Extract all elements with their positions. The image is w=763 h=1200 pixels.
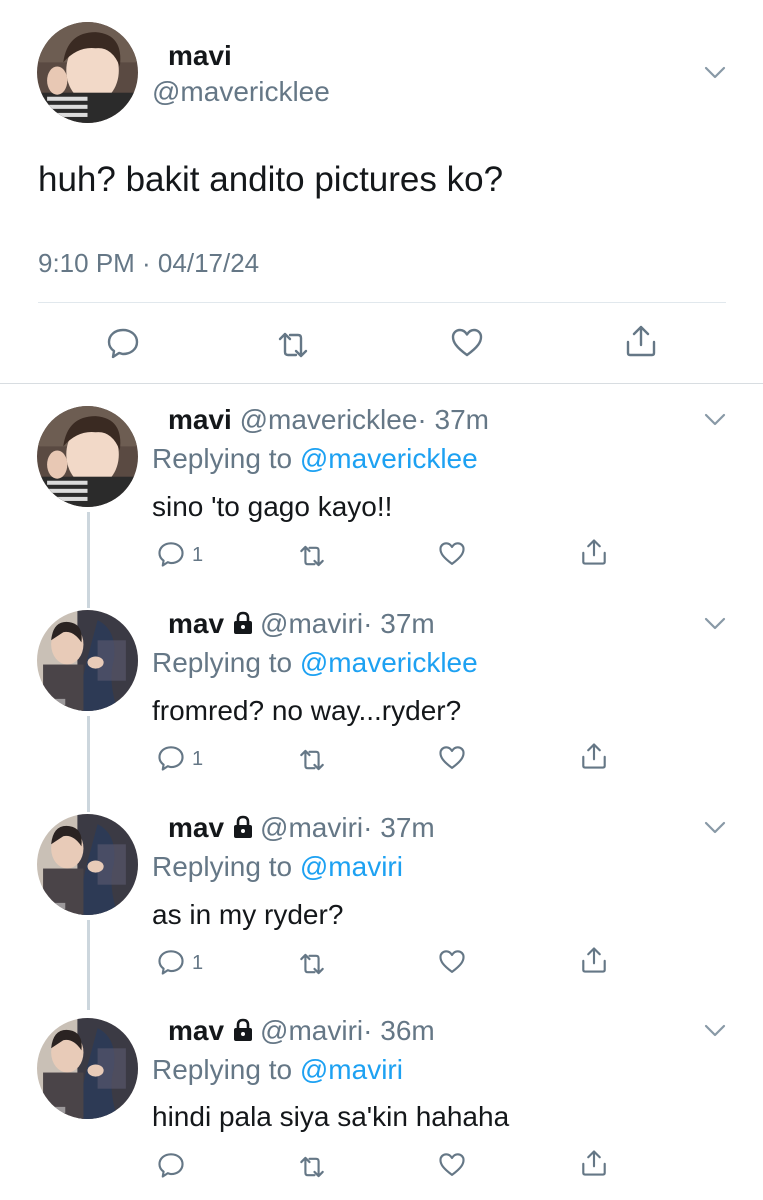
- tweet-text: huh? bakit andito pictures ko?: [38, 160, 504, 199]
- reply-avatar[interactable]: [37, 406, 138, 507]
- reply-author-handle[interactable]: @mavericklee: [240, 404, 418, 435]
- chevron-down-icon[interactable]: [704, 66, 726, 80]
- share-icon[interactable]: [624, 324, 658, 358]
- reply-text: hindi pala siya sa'kin hahaha: [152, 1101, 510, 1132]
- reply-author-handle[interactable]: @maviri: [260, 608, 363, 639]
- author-handle[interactable]: @mavericklee: [152, 76, 330, 108]
- chevron-down-icon[interactable]: [704, 821, 726, 835]
- reply-count: 1: [192, 544, 204, 566]
- lock-icon: [232, 1018, 254, 1042]
- retweet-icon[interactable]: [298, 950, 326, 978]
- reply-author-handle[interactable]: @maviri: [260, 812, 363, 843]
- like-icon[interactable]: [450, 326, 484, 360]
- reply-avatar[interactable]: [37, 1018, 138, 1119]
- lock-icon: [232, 611, 254, 635]
- avatar-photo-icon: [37, 406, 138, 507]
- divider: [38, 302, 726, 303]
- reply-time[interactable]: · 37m: [417, 404, 489, 435]
- reply-icon[interactable]: [106, 326, 140, 360]
- share-icon[interactable]: [580, 742, 608, 770]
- reply-author-name[interactable]: mav: [168, 608, 224, 639]
- retweet-icon[interactable]: [298, 1153, 326, 1181]
- avatar-photo-icon: [37, 610, 138, 711]
- avatar-photo-icon: [37, 814, 138, 915]
- reply-icon[interactable]: [157, 948, 185, 976]
- replying-to: Replying to @mavericklee: [152, 443, 478, 475]
- reply-author-handle[interactable]: @maviri: [260, 1015, 363, 1046]
- replying-to: Replying to @maviri: [152, 1054, 403, 1086]
- reply-author-name[interactable]: mav: [168, 812, 224, 843]
- reply-time[interactable]: · 37m: [363, 812, 435, 843]
- retweet-icon[interactable]: [298, 542, 326, 570]
- like-icon[interactable]: [438, 1151, 466, 1179]
- divider: [0, 383, 763, 384]
- chevron-down-icon[interactable]: [704, 617, 726, 631]
- retweet-icon[interactable]: [276, 328, 310, 362]
- replying-to: Replying to @maviri: [152, 851, 403, 883]
- author-name[interactable]: mavi: [168, 40, 232, 72]
- reply-icon[interactable]: [157, 540, 185, 568]
- avatar-photo-icon: [37, 22, 138, 123]
- reply-time[interactable]: · 37m: [363, 608, 435, 639]
- share-icon[interactable]: [580, 538, 608, 566]
- reply-text: as in my ryder?: [152, 899, 344, 930]
- mention-link[interactable]: @mavericklee: [300, 647, 478, 678]
- reply-avatar[interactable]: [37, 610, 138, 711]
- reply-text: sino 'to gago kayo!!: [152, 491, 393, 522]
- reply-icon[interactable]: [157, 1151, 185, 1179]
- reply-author-name[interactable]: mav: [168, 1015, 224, 1046]
- chevron-down-icon[interactable]: [704, 1024, 726, 1038]
- reply-time[interactable]: · 36m: [363, 1015, 435, 1046]
- thread-line: [87, 920, 90, 1010]
- reply-header: mav @maviri· 36m: [168, 1015, 435, 1047]
- replying-to-label: Replying to: [152, 443, 300, 474]
- thread-line: [87, 512, 90, 608]
- mention-link[interactable]: @maviri: [300, 851, 403, 882]
- tweet-timestamp[interactable]: 9:10 PM · 04/17/24: [38, 248, 259, 279]
- share-icon[interactable]: [580, 946, 608, 974]
- replying-to-label: Replying to: [152, 647, 300, 678]
- reply-icon[interactable]: [157, 744, 185, 772]
- reply-header: mav @maviri· 37m: [168, 608, 435, 640]
- author-avatar[interactable]: [37, 22, 138, 123]
- reply-avatar[interactable]: [37, 814, 138, 915]
- retweet-icon[interactable]: [298, 746, 326, 774]
- like-icon[interactable]: [438, 540, 466, 568]
- reply-header: mav @maviri· 37m: [168, 812, 435, 844]
- replying-to: Replying to @mavericklee: [152, 647, 478, 679]
- mention-link[interactable]: @mavericklee: [300, 443, 478, 474]
- thread-line: [87, 716, 90, 812]
- reply-count: 1: [192, 952, 204, 974]
- replying-to-label: Replying to: [152, 1054, 300, 1085]
- share-icon[interactable]: [580, 1149, 608, 1177]
- avatar-photo-icon: [37, 1018, 138, 1119]
- reply-header: mavi @mavericklee· 37m: [168, 404, 489, 436]
- lock-icon: [232, 815, 254, 839]
- reply-text: fromred? no way...ryder?: [152, 695, 462, 726]
- replying-to-label: Replying to: [152, 851, 300, 882]
- mention-link[interactable]: @maviri: [300, 1054, 403, 1085]
- like-icon[interactable]: [438, 948, 466, 976]
- reply-author-name[interactable]: mavi: [168, 404, 232, 435]
- like-icon[interactable]: [438, 744, 466, 772]
- reply-count: 1: [192, 748, 204, 770]
- chevron-down-icon[interactable]: [704, 413, 726, 427]
